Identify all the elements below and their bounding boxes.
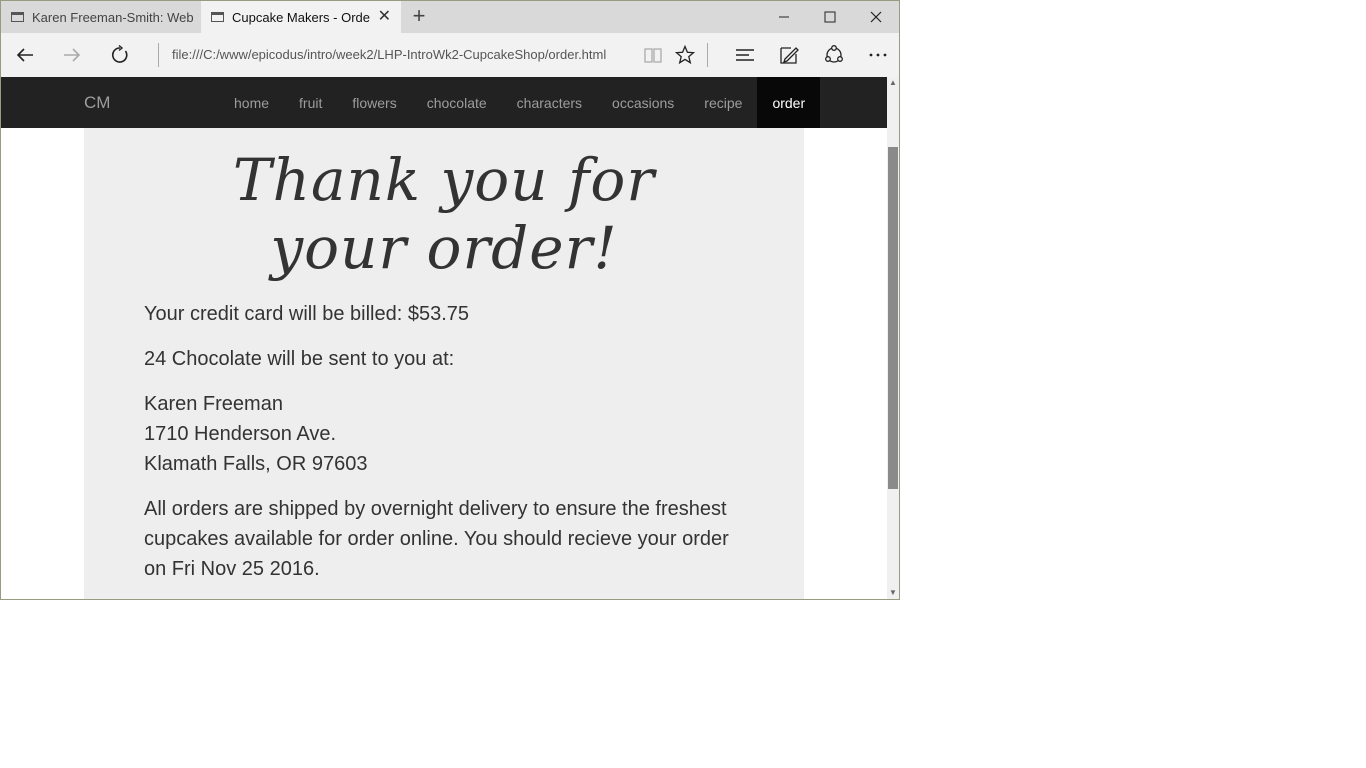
more-icon <box>869 53 887 57</box>
refresh-icon <box>112 45 128 63</box>
nav-home[interactable]: home <box>219 77 284 128</box>
delivery-note: All orders are shipped by overnight deli… <box>144 498 729 580</box>
billing-text: Your credit card will be billed: $53.75 <box>144 303 470 325</box>
address-toolbar: file:///C:/www/epicodus/intro/week2/LHP-… <box>1 33 899 77</box>
back-arrow-icon <box>16 48 33 62</box>
tab-title: Karen Freeman-Smith: Web <box>32 9 194 25</box>
new-tab-button[interactable]: + <box>409 5 429 27</box>
page-icon <box>211 12 224 22</box>
share-button[interactable] <box>822 43 846 67</box>
tab-title: Cupcake Makers - Orde <box>232 9 370 25</box>
site-brand[interactable]: CM <box>84 93 110 113</box>
forward-button[interactable] <box>60 43 84 67</box>
nav-occasions[interactable]: occasions <box>597 77 689 128</box>
minimize-icon <box>779 16 789 18</box>
divider <box>158 43 159 67</box>
site-navbar: CM home fruit flowers chocolate characte… <box>1 77 887 128</box>
web-note-button[interactable] <box>777 43 801 67</box>
nav-recipe[interactable]: recipe <box>689 77 757 128</box>
close-tab-icon[interactable]: ✕ <box>378 9 391 25</box>
nav-characters[interactable]: characters <box>502 77 597 128</box>
web-note-icon <box>780 47 799 64</box>
tab-bar: Karen Freeman-Smith: Web Cupcake Makers … <box>1 1 899 33</box>
address-input[interactable]: file:///C:/www/epicodus/intro/week2/LHP-… <box>172 47 606 62</box>
shipping-intro: 24 Chocolate will be sent to you at: <box>144 348 455 370</box>
forward-arrow-icon <box>64 48 81 62</box>
tab-cupcake-makers[interactable]: Cupcake Makers - Orde ✕ <box>201 1 401 33</box>
refresh-button[interactable] <box>108 43 132 67</box>
address-city: Klamath Falls, OR 97603 <box>144 453 368 475</box>
order-confirmation: Thank you for your order! Your credit ca… <box>84 128 804 599</box>
reading-view-icon <box>644 48 662 63</box>
star-icon <box>675 45 695 65</box>
scroll-up-icon[interactable]: ▲ <box>889 79 897 87</box>
hub-button[interactable] <box>733 43 757 67</box>
nav-chocolate[interactable]: chocolate <box>412 77 502 128</box>
address-name: Karen Freeman <box>144 393 283 415</box>
title-line-2: your order! <box>270 214 618 282</box>
vertical-scrollbar[interactable]: ▲ ▼ <box>887 77 899 599</box>
shipping-address: Karen Freeman 1710 Henderson Ave. Klamat… <box>144 389 754 479</box>
share-icon <box>825 45 843 63</box>
page-icon <box>11 12 24 22</box>
close-window-button[interactable] <box>853 1 899 33</box>
title-line-1: Thank you for <box>232 146 656 214</box>
nav-links: home fruit flowers chocolate characters … <box>219 77 821 128</box>
close-icon <box>870 11 882 23</box>
maximize-icon <box>824 11 836 23</box>
nav-fruit[interactable]: fruit <box>284 77 337 128</box>
minimize-button[interactable] <box>761 1 807 33</box>
page-title: Thank you for your order! <box>84 146 804 282</box>
more-button[interactable] <box>866 43 890 67</box>
web-page: CM home fruit flowers chocolate characte… <box>1 77 887 599</box>
scrollbar-thumb[interactable] <box>888 147 898 489</box>
hub-icon <box>736 49 754 61</box>
back-button[interactable] <box>13 43 37 67</box>
favorite-button[interactable] <box>673 43 697 67</box>
browser-window: Karen Freeman-Smith: Web Cupcake Makers … <box>0 0 900 600</box>
divider <box>707 43 708 67</box>
maximize-button[interactable] <box>807 1 853 33</box>
reading-view-button[interactable] <box>641 43 665 67</box>
nav-order[interactable]: order <box>757 77 821 128</box>
tab-karen-freeman-smith[interactable]: Karen Freeman-Smith: Web <box>1 1 201 33</box>
address-street: 1710 Henderson Ave. <box>144 423 337 445</box>
scroll-down-icon[interactable]: ▼ <box>889 589 897 597</box>
nav-flowers[interactable]: flowers <box>337 77 411 128</box>
